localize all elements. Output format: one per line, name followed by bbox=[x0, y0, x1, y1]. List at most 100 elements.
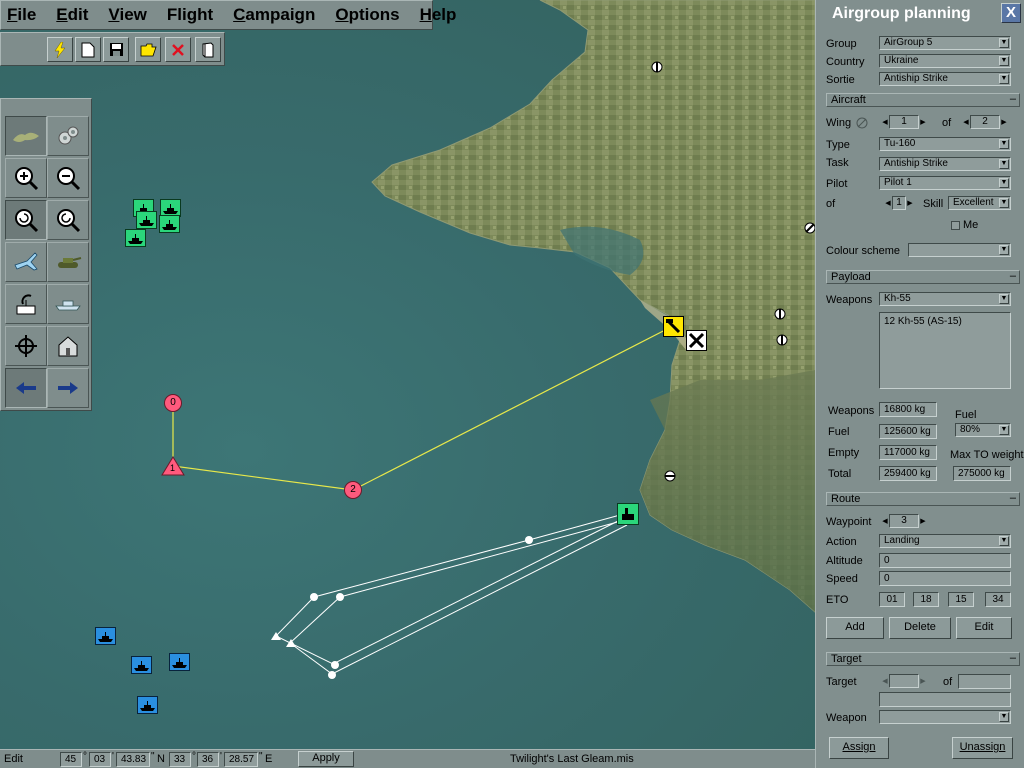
waypoint-2[interactable]: 2 bbox=[344, 481, 362, 499]
add-building-button[interactable] bbox=[47, 326, 89, 366]
menu-file[interactable]: File bbox=[7, 5, 36, 25]
longitude-degrees-field[interactable]: 33 bbox=[169, 752, 191, 767]
eto-hour-input[interactable]: 18 bbox=[913, 592, 939, 607]
eto-minute-input[interactable]: 15 bbox=[948, 592, 974, 607]
delete-button[interactable] bbox=[165, 37, 191, 62]
close-button[interactable]: X bbox=[1001, 3, 1021, 23]
latitude-seconds-field[interactable]: 43.83 bbox=[116, 752, 150, 767]
wing-total-spinner[interactable]: ◀ 2 ▶ bbox=[962, 115, 1008, 129]
chevron-right-icon[interactable]: ▶ bbox=[919, 118, 927, 126]
enemy-ship-unit[interactable] bbox=[137, 696, 158, 714]
chevron-left-icon[interactable]: ◀ bbox=[884, 199, 892, 207]
add-target-button[interactable] bbox=[5, 326, 47, 366]
sortie-select[interactable]: Antiship Strike ▼ bbox=[879, 72, 1011, 86]
quick-mission-button[interactable] bbox=[47, 37, 73, 62]
task-select[interactable]: Antiship Strike ▼ bbox=[879, 157, 1011, 171]
book-icon bbox=[202, 41, 214, 57]
pilot-count-spinner[interactable]: ◀ 1 ▶ bbox=[884, 196, 914, 210]
zoom-reset-button[interactable] bbox=[5, 200, 47, 240]
menu-campaign[interactable]: Campaign bbox=[233, 5, 315, 25]
waypoint-0[interactable]: 0 bbox=[164, 394, 182, 412]
menu-help[interactable]: Help bbox=[420, 5, 457, 25]
friendly-ship-unit[interactable] bbox=[159, 215, 180, 233]
chevron-left-icon[interactable]: ◀ bbox=[962, 118, 970, 126]
target-weapon-select[interactable]: ▼ bbox=[879, 710, 1011, 724]
route-section-header[interactable]: Route – bbox=[826, 492, 1020, 506]
open-folder-button[interactable] bbox=[135, 37, 161, 62]
enemy-ship-unit[interactable] bbox=[95, 627, 116, 645]
weapons-list[interactable]: 12 Kh-55 (AS-15) bbox=[879, 312, 1011, 389]
waypoint-spinner[interactable]: ◀ 3 ▶ bbox=[881, 514, 927, 528]
new-file-button[interactable] bbox=[75, 37, 101, 62]
friendly-ship-unit[interactable] bbox=[136, 211, 157, 229]
target-spinner[interactable]: ◀ ▶ bbox=[881, 674, 927, 688]
zoom-in-button[interactable] bbox=[5, 158, 47, 198]
eto-second-input[interactable]: 34 bbox=[985, 592, 1011, 607]
chevron-left-icon[interactable]: ◀ bbox=[881, 677, 889, 685]
chevron-right-icon[interactable]: ▶ bbox=[919, 517, 927, 525]
menu-view[interactable]: View bbox=[108, 5, 146, 25]
selected-airfield-marker[interactable] bbox=[663, 316, 684, 337]
aircraft-section-header[interactable]: Aircraft – bbox=[826, 93, 1020, 107]
me-checkbox[interactable] bbox=[951, 221, 960, 230]
speed-input[interactable]: 0 bbox=[879, 571, 1011, 586]
minute-symbol: ' bbox=[220, 751, 222, 762]
pilot-label: Pilot bbox=[826, 178, 848, 190]
colour-scheme-select[interactable]: ▼ bbox=[908, 243, 1011, 257]
longitude-minutes-field[interactable]: 36 bbox=[197, 752, 219, 767]
longitude-seconds-field[interactable]: 28.57 bbox=[224, 752, 258, 767]
zoom-out-button[interactable] bbox=[47, 158, 89, 198]
country-select[interactable]: Ukraine ▼ bbox=[879, 54, 1011, 68]
menu-flight[interactable]: Flight bbox=[167, 5, 213, 25]
chevron-right-icon[interactable]: ▶ bbox=[919, 677, 927, 685]
unassign-button[interactable]: Unassign bbox=[952, 737, 1013, 759]
waypoint-1[interactable]: 1 bbox=[161, 456, 185, 476]
previous-button[interactable] bbox=[5, 368, 47, 408]
chevron-right-icon[interactable]: ▶ bbox=[906, 199, 914, 207]
add-aircraft-button[interactable] bbox=[5, 242, 47, 282]
group-select[interactable]: AirGroup 5 ▼ bbox=[879, 36, 1011, 50]
latitude-degrees-field[interactable]: 45 bbox=[60, 752, 82, 767]
chevron-down-icon: ▼ bbox=[999, 712, 1009, 722]
enemy-ship-unit[interactable] bbox=[169, 653, 190, 671]
friendly-airfield-unit[interactable] bbox=[617, 503, 639, 525]
aircraft-icon bbox=[14, 252, 38, 271]
chevron-right-icon[interactable]: ▶ bbox=[1000, 118, 1008, 126]
airfield-repair-marker[interactable] bbox=[686, 330, 707, 351]
chevron-left-icon[interactable]: ◀ bbox=[881, 517, 889, 525]
altitude-input[interactable]: 0 bbox=[879, 553, 1011, 568]
add-radar-button[interactable] bbox=[5, 284, 47, 324]
action-select[interactable]: Landing ▼ bbox=[879, 534, 1011, 548]
payload-section-header[interactable]: Payload – bbox=[826, 270, 1020, 284]
next-button[interactable] bbox=[47, 368, 89, 408]
save-button[interactable] bbox=[103, 37, 129, 62]
mission-map[interactable]: 0 1 2 bbox=[0, 0, 815, 749]
add-waypoint-button[interactable]: Add bbox=[826, 617, 884, 639]
apply-button[interactable]: Apply bbox=[298, 751, 354, 767]
edit-waypoint-button[interactable]: Edit bbox=[956, 617, 1012, 639]
terrain-button[interactable] bbox=[5, 116, 47, 156]
pilot-select[interactable]: Pilot 1 ▼ bbox=[879, 176, 1011, 190]
skill-select[interactable]: Excellent ▼ bbox=[948, 196, 1011, 210]
target-section-header[interactable]: Target – bbox=[826, 652, 1020, 666]
menu-options[interactable]: Options bbox=[335, 5, 399, 25]
ship-icon bbox=[134, 661, 149, 671]
wing-spinner[interactable]: ◀ 1 ▶ bbox=[881, 115, 927, 129]
eto-day-input[interactable]: 01 bbox=[879, 592, 905, 607]
delete-waypoint-button[interactable]: Delete bbox=[889, 617, 951, 639]
type-select[interactable]: Tu-160 ▼ bbox=[879, 137, 1011, 151]
briefing-button[interactable] bbox=[195, 37, 221, 62]
menu-edit[interactable]: Edit bbox=[56, 5, 88, 25]
settings-button[interactable] bbox=[47, 116, 89, 156]
tank-icon bbox=[58, 257, 82, 268]
weapons-select[interactable]: Kh-55 ▼ bbox=[879, 292, 1011, 306]
zoom-refresh-button[interactable] bbox=[47, 200, 89, 240]
add-ship-button[interactable] bbox=[47, 284, 89, 324]
friendly-ship-unit[interactable] bbox=[125, 229, 146, 247]
assign-button[interactable]: Assign bbox=[829, 737, 889, 759]
enemy-ship-unit[interactable] bbox=[131, 656, 152, 674]
fuel-percent-select[interactable]: 80% ▼ bbox=[955, 423, 1011, 437]
chevron-left-icon[interactable]: ◀ bbox=[881, 118, 889, 126]
latitude-minutes-field[interactable]: 03 bbox=[89, 752, 111, 767]
add-vehicle-button[interactable] bbox=[47, 242, 89, 282]
